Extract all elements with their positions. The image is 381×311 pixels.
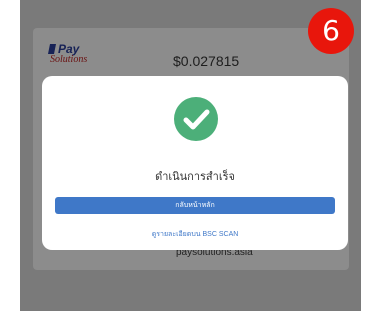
back-to-home-button[interactable]: กลับหน้าหลัก — [55, 197, 335, 214]
pay-solutions-logo: Pay Solutions — [48, 42, 108, 68]
check-circle-icon — [174, 97, 218, 141]
payment-amount: $0.027815 — [173, 53, 240, 69]
payment-screen: Pay Solutions $0.027815 paysolutions.asi… — [20, 0, 361, 311]
success-dialog: ดำเนินการสำเร็จ กลับหน้าหลัก ดูรายละเอีย… — [42, 76, 348, 250]
logo-mark-icon — [48, 44, 56, 54]
step-number-badge: 6 — [308, 8, 354, 54]
logo-text-solutions: Solutions — [50, 54, 88, 65]
success-message: ดำเนินการสำเร็จ — [155, 171, 235, 183]
view-on-bsc-scan-link[interactable]: ดูรายละเอียดบน BSC SCAN — [42, 229, 348, 240]
